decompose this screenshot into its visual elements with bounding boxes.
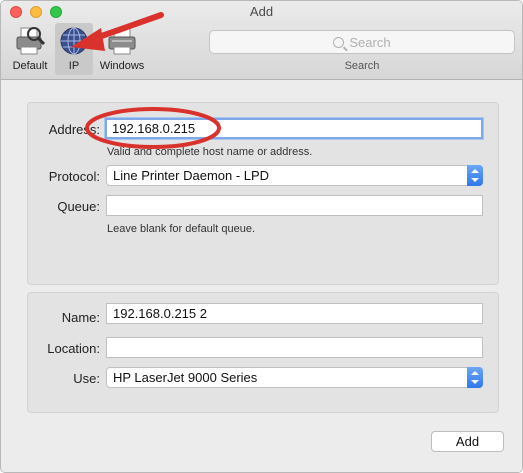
windows-printer-icon	[108, 28, 136, 55]
toolbar-windows-label: Windows	[99, 60, 145, 72]
toolbar: Add Default IP Windows Search Search	[1, 1, 522, 80]
ip-globe-icon	[60, 27, 88, 55]
protocol-value: Line Printer Daemon - LPD	[113, 168, 270, 183]
protocol-label: Protocol:	[48, 169, 100, 184]
chevron-updown-icon	[467, 367, 483, 388]
search-icon	[333, 37, 345, 48]
use-select[interactable]: HP LaserJet 9000 Series	[106, 367, 483, 388]
use-value: HP LaserJet 9000 Series	[113, 370, 258, 385]
use-label: Use:	[73, 371, 100, 386]
chevron-updown-icon	[467, 165, 483, 186]
toolbar-default-button[interactable]: Default	[7, 23, 53, 75]
search-placeholder: Search	[349, 35, 391, 50]
content-area: Address: 192.168.0.215 Valid and complet…	[1, 81, 522, 472]
toolbar-default-label: Default	[12, 60, 48, 72]
window-title: Add	[249, 4, 274, 19]
toolbar-ip-label: IP	[68, 60, 80, 72]
address-label: Address:	[48, 122, 100, 137]
toolbar-ip-button[interactable]: IP	[55, 23, 93, 75]
add-printer-window: Add Default IP Windows Search Search Add…	[0, 0, 523, 473]
default-printer-icon	[16, 27, 46, 55]
toolbar-windows-button[interactable]: Windows	[94, 23, 150, 75]
location-label: Location:	[47, 341, 100, 356]
queue-label: Queue:	[57, 199, 100, 214]
name-field[interactable]: 192.168.0.215 2	[106, 303, 483, 324]
name-label: Name:	[61, 310, 100, 325]
search-field[interactable]: Search	[209, 30, 515, 54]
protocol-select[interactable]: Line Printer Daemon - LPD	[106, 165, 483, 186]
location-field[interactable]	[106, 337, 483, 358]
search-caption: Search	[344, 60, 380, 72]
add-button[interactable]: Add	[431, 431, 504, 452]
address-hint: Valid and complete host name or address.	[107, 146, 313, 158]
queue-hint: Leave blank for default queue.	[107, 223, 256, 235]
address-field[interactable]: 192.168.0.215	[105, 118, 483, 139]
queue-field[interactable]	[106, 195, 483, 216]
